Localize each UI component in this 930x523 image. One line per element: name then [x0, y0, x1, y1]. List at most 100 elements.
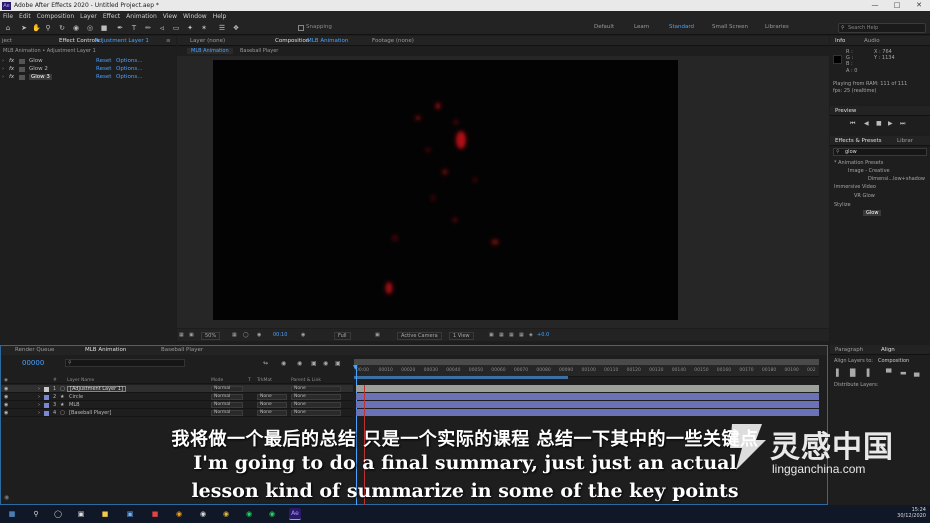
puppet-pin-icon[interactable]: ✶	[200, 24, 208, 32]
fx-badge[interactable]: fx	[9, 66, 14, 72]
column-mode[interactable]: Mode	[211, 378, 223, 383]
whatsapp-icon[interactable]: ◉	[266, 508, 278, 520]
search-icon[interactable]: ⚲	[30, 508, 42, 520]
eye-icon[interactable]: ◉	[4, 402, 8, 408]
tree-item[interactable]: * Animation Presets	[834, 160, 883, 166]
stop-icon[interactable]: ■	[876, 120, 882, 127]
mask-icon[interactable]: ◯	[243, 332, 249, 338]
workspace-default[interactable]: Default	[594, 24, 614, 30]
menu-window[interactable]: Window	[183, 13, 207, 20]
parent-dropdown[interactable]: None	[291, 402, 341, 408]
close-icon[interactable]: ✕	[908, 0, 930, 11]
panel-menu-icon[interactable]: ≡	[166, 38, 171, 44]
layer-bar-adjustment[interactable]	[356, 385, 819, 392]
breadcrumb-baseball-player[interactable]: Baseball Player	[240, 48, 278, 54]
maximize-icon[interactable]: □	[886, 0, 908, 11]
expand-arrow-icon[interactable]: ›	[2, 58, 4, 64]
tree-item[interactable]: Stylize	[834, 202, 851, 208]
mode-dropdown[interactable]: Normal	[211, 410, 243, 416]
tab-effects-presets[interactable]: Effects & Presets	[835, 138, 882, 144]
snapshot-icon[interactable]: ◉	[257, 332, 261, 338]
eye-icon[interactable]: ◉	[4, 394, 8, 400]
eye-icon[interactable]: ◉	[4, 410, 8, 416]
windows-start-icon[interactable]: ▦	[6, 508, 18, 520]
menu-view[interactable]: View	[163, 13, 177, 20]
type-tool-icon[interactable]: T	[130, 24, 138, 32]
pin-tool-icon[interactable]: ❖	[232, 24, 240, 32]
parent-dropdown[interactable]: None	[291, 410, 341, 416]
comp-flow-icon[interactable]: ↬	[263, 360, 268, 367]
tab-paragraph[interactable]: Paragraph	[835, 347, 863, 353]
effect-row[interactable]: › fx Glow 2 Reset Options...	[2, 66, 162, 74]
spotify-icon[interactable]: ◉	[243, 508, 255, 520]
first-frame-icon[interactable]: ⏮	[850, 120, 855, 128]
label-color[interactable]	[44, 411, 49, 416]
system-clock[interactable]: 15:24 30/12/2020	[897, 507, 926, 519]
eye-icon[interactable]: ◉	[4, 386, 8, 392]
align-left-icon[interactable]: ▌	[836, 369, 841, 377]
mode-dropdown[interactable]: Normal	[211, 386, 243, 392]
trkmat-dropdown[interactable]: None	[257, 402, 287, 408]
search-help-input[interactable]: ⚲ Search Help	[838, 23, 926, 33]
table-row[interactable]: ◉ › 2 ★ Circle Normal None None	[1, 393, 353, 401]
motion-blur-icon[interactable]: ◉	[323, 360, 328, 367]
eraser-tool-icon[interactable]: ▭	[172, 24, 180, 32]
composition-canvas[interactable]	[213, 60, 678, 320]
zoom-tool-icon[interactable]: ⚲	[44, 24, 52, 32]
reset-link[interactable]: Reset	[96, 66, 111, 72]
align-right-icon[interactable]: ▐	[864, 369, 869, 377]
fx-badge[interactable]: fx	[9, 58, 14, 64]
brush-tool-icon[interactable]: ✏	[144, 24, 152, 32]
parent-dropdown[interactable]: None	[291, 386, 341, 392]
after-effects-taskbar-icon[interactable]: Ae	[289, 508, 301, 520]
workspace-small-screen[interactable]: Small Screen	[712, 24, 748, 30]
menu-composition[interactable]: Composition	[37, 13, 74, 20]
app-orange-icon[interactable]: ◉	[173, 508, 185, 520]
expand-arrow-icon[interactable]: ›	[38, 402, 40, 408]
roto-brush-icon[interactable]: ✦	[186, 24, 194, 32]
tab-info[interactable]: Info	[835, 38, 845, 44]
tab-audio[interactable]: Audio	[864, 38, 880, 44]
expand-arrow-icon[interactable]: ›	[2, 66, 4, 72]
rotate-tool-icon[interactable]: ↻	[58, 24, 66, 32]
table-row[interactable]: ◉ › 3 ★ MLB Normal None None	[1, 401, 353, 409]
minimize-icon[interactable]: —	[864, 0, 886, 11]
tab-mlb-animation[interactable]: MLB Animation	[85, 347, 126, 353]
tab-libraries[interactable]: Librar	[897, 138, 913, 144]
parent-dropdown[interactable]: None	[291, 394, 341, 400]
table-row[interactable]: ◉ › 4 ▢ [Baseball Player] Normal None No…	[1, 409, 353, 417]
workspace-libraries[interactable]: Libraries	[765, 24, 789, 30]
grid-icon[interactable]: ▦	[232, 332, 237, 338]
cortana-icon[interactable]: ◯	[52, 508, 64, 520]
mode-dropdown[interactable]: Normal	[211, 402, 243, 408]
rectangle-tool-icon[interactable]: ■	[100, 24, 108, 32]
tab-footage[interactable]: Footage (none)	[372, 38, 414, 44]
menu-edit[interactable]: Edit	[19, 13, 31, 20]
column-trkmat[interactable]: TrkMat	[257, 378, 272, 383]
home-icon[interactable]: ⌂	[4, 24, 12, 32]
expand-arrow-icon[interactable]: ›	[2, 74, 4, 80]
fx-badge[interactable]: fx	[9, 74, 14, 80]
workspace-learn[interactable]: Learn	[634, 24, 649, 30]
playhead-handle-icon[interactable]: ▼	[353, 365, 358, 371]
camera-tool-icon[interactable]: ◉	[72, 24, 80, 32]
reset-link[interactable]: Reset	[96, 74, 111, 80]
trkmat-dropdown[interactable]: None	[257, 394, 287, 400]
layer-name[interactable]: [Adjustment Layer 1]	[67, 386, 126, 392]
next-frame-icon[interactable]: ▶	[888, 120, 893, 127]
tab-project[interactable]: ject	[2, 38, 12, 44]
expand-arrow-icon[interactable]: ›	[38, 410, 40, 416]
tree-item[interactable]: Immersive Video	[834, 184, 876, 190]
clone-stamp-icon[interactable]: ⏿	[158, 24, 166, 32]
align-bottom-icon[interactable]: ▄	[914, 369, 919, 377]
shy-icon[interactable]: ◉	[297, 360, 302, 367]
preview-title[interactable]: Preview	[835, 108, 856, 114]
app-circle-icon[interactable]: ◉	[197, 508, 209, 520]
layer-name[interactable]: Circle	[69, 394, 83, 400]
expand-arrow-icon[interactable]: ›	[38, 394, 40, 400]
exposure-value[interactable]: +0.0	[537, 332, 549, 338]
views-dropdown[interactable]: 1 View	[449, 332, 474, 340]
label-color[interactable]	[44, 403, 49, 408]
align-center-h-icon[interactable]: █	[850, 369, 855, 377]
layer-bar-baseball-player[interactable]	[356, 409, 819, 416]
